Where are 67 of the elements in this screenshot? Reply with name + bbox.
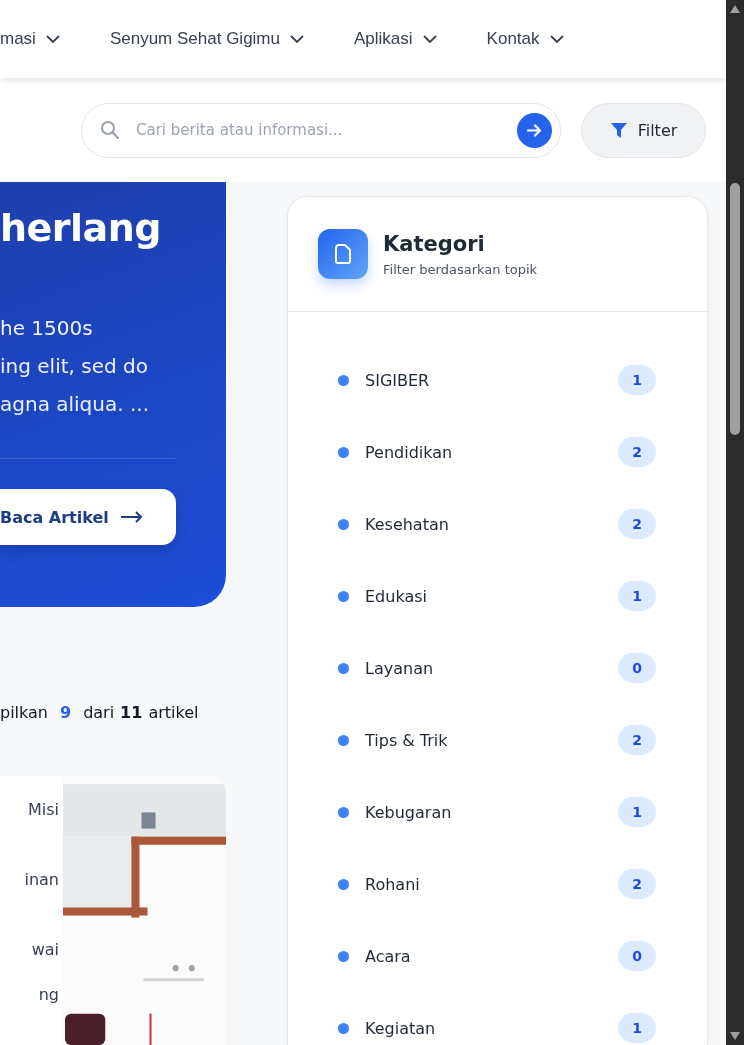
category-count: 2 [618,869,656,899]
article-text-line: ng [38,985,59,1004]
category-count: 2 [618,725,656,755]
document-icon [318,229,368,279]
category-count: 0 [618,653,656,683]
scrollbar-thumb[interactable] [730,183,740,435]
hero-text-line: agna aliqua. ... [0,391,151,418]
chevron-down-icon [422,35,437,43]
category-link[interactable]: Kegiatan [365,1018,602,1038]
result-count-total: 11 [120,703,143,722]
nav-menu-item[interactable]: masi [0,29,60,49]
scrollbar[interactable] [726,0,744,1045]
chevron-down-icon [45,35,60,43]
article-text-line: inan [24,870,59,889]
nav-menu-item[interactable]: Kontak [486,29,564,49]
result-count-text: artikel [148,703,199,722]
bullet-dot [338,446,349,458]
bullet-dot [338,662,349,674]
bullet-dot [338,950,349,962]
chevron-down-icon [549,35,564,43]
category-count: 1 [618,365,656,395]
arrow-right-icon [120,511,143,523]
search-icon [100,120,120,140]
category-link[interactable]: Edukasi [365,586,602,606]
category-count: 1 [618,797,656,827]
category-link[interactable]: Acara [365,946,602,966]
scroll-up-icon[interactable] [730,5,740,13]
bullet-dot [338,734,349,746]
article-text-line: wai [31,940,59,959]
category-link[interactable]: Pendidikan [365,442,602,462]
search-submit-button[interactable] [517,112,552,148]
nav-menu-item[interactable]: Aplikasi [354,29,437,49]
bullet-dot [338,374,349,386]
article-card[interactable]: Misi inan wai ng [0,776,226,1045]
category-link[interactable]: Rohani [365,874,602,894]
category-count: 1 [618,1013,656,1043]
scroll-down-icon[interactable] [730,1032,740,1040]
chevron-down-icon [290,35,304,43]
hero-title: herlang [0,206,162,250]
category-count: 2 [618,509,656,539]
read-article-button[interactable]: Baca Artikel [0,489,176,545]
category-link[interactable]: Kesehatan [365,514,602,534]
category-count: 2 [618,437,656,467]
category-count: 0 [618,941,656,971]
filter-button[interactable]: Filter [581,102,706,158]
hero-text-line: ing elit, sed do [0,353,149,380]
category-link[interactable]: Kebugaran [365,802,602,822]
hero-text-line: he 1500s [0,315,94,342]
search-field[interactable]: Cari berita atau informasi... [81,102,561,158]
article-text-line: Misi [27,800,59,819]
funnel-icon [609,121,628,139]
bullet-dot [338,1022,349,1034]
category-link[interactable]: Layanan [365,658,602,678]
result-count-text: dari [83,703,115,722]
panel-subtitle: Filter berdasarkan topik [383,261,538,277]
bullet-dot [338,878,349,890]
bullet-dot [338,806,349,818]
arrow-right-icon [527,123,542,137]
category-link[interactable]: SIGIBER [365,370,602,390]
nav-menu-item[interactable]: Senyum Sehat Gigimu [109,29,304,49]
category-count: 1 [618,581,656,611]
result-count-text: pilkan [0,703,48,722]
result-count-shown: 9 [60,703,72,722]
panel-title: Kategori [383,231,486,256]
bullet-dot [338,518,349,530]
category-link[interactable]: Tips & Trik [365,730,602,750]
bullet-dot [338,590,349,602]
